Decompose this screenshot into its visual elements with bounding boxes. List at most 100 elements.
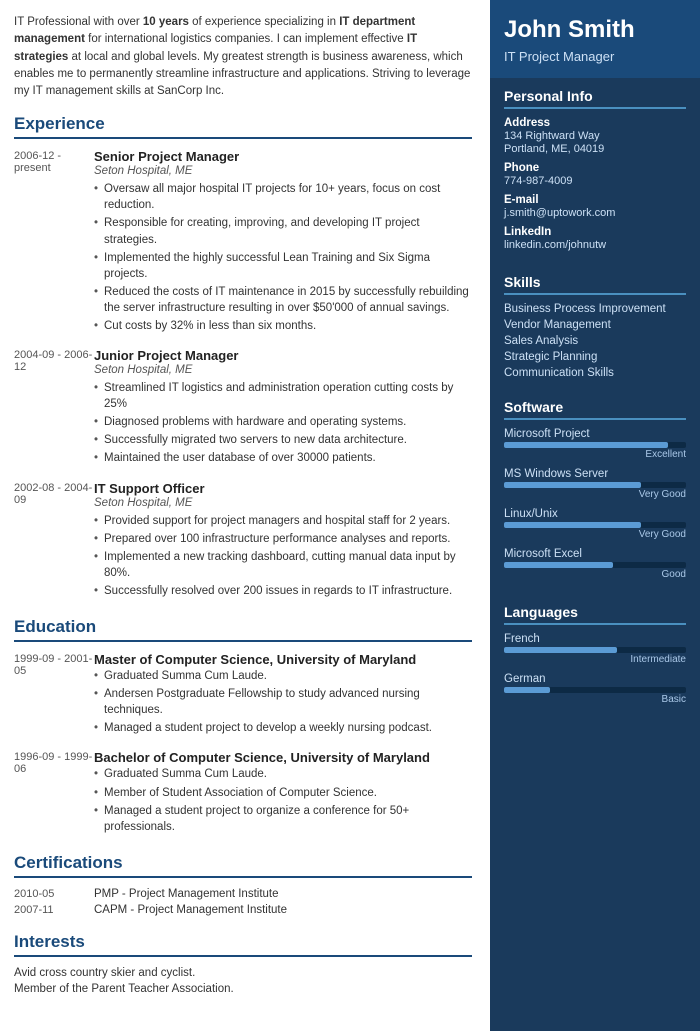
address-label: Address: [504, 117, 686, 129]
languages-title: Languages: [504, 604, 686, 625]
address-line1: 134 Rightward Way: [504, 130, 686, 142]
experience-title: Experience: [14, 114, 472, 139]
bullet: Diagnosed problems with hardware and ope…: [94, 414, 472, 430]
software-bar-label-3: Good: [504, 569, 686, 580]
cert-text-1: PMP - Project Management Institute: [94, 888, 279, 900]
skill-item-4: Communication Skills: [504, 367, 686, 379]
lang-bar-track-1: [504, 687, 686, 693]
software-bar-fill-3: [504, 562, 613, 568]
lang-bar-label-1: Basic: [504, 694, 686, 705]
entry-content-3: IT Support Officer Seton Hospital, ME Pr…: [94, 481, 472, 601]
entry-date-3: 2002-08 - 2004-09: [14, 481, 94, 601]
lang-name-1: German: [504, 673, 686, 685]
software-item-3: Microsoft Excel Good: [504, 548, 686, 580]
linkedin-value: linkedin.com/johnutw: [504, 239, 686, 251]
bullet: Responsible for creating, improving, and…: [94, 215, 472, 247]
email-label: E-mail: [504, 194, 686, 206]
cert-entry-1: 2010-05 PMP - Project Management Institu…: [14, 888, 472, 900]
interest-item-1: Avid cross country skier and cyclist.: [14, 967, 472, 979]
education-title: Education: [14, 617, 472, 642]
bullet: Streamlined IT logistics and administrat…: [94, 380, 472, 412]
skill-item-0: Business Process Improvement: [504, 303, 686, 315]
skills-title: Skills: [504, 274, 686, 295]
software-bar-track-1: [504, 482, 686, 488]
cert-entry-2: 2007-11 CAPM - Project Management Instit…: [14, 904, 472, 916]
bullet: Reduced the costs of IT maintenance in 2…: [94, 284, 472, 316]
entry-date-1: 2006-12 - present: [14, 149, 94, 336]
bullet: Implemented a new tracking dashboard, cu…: [94, 549, 472, 581]
profile-header: John Smith IT Project Manager: [490, 0, 700, 78]
bullet: Managed a student project to develop a w…: [94, 720, 472, 736]
edu-bullets-1: Graduated Summa Cum Laude. Andersen Post…: [94, 668, 472, 736]
software-item-2: Linux/Unix Very Good: [504, 508, 686, 540]
phone-value: 774-987-4009: [504, 175, 686, 187]
software-name-0: Microsoft Project: [504, 428, 686, 440]
education-entry-1: 1999-09 - 2001-05 Master of Computer Sci…: [14, 652, 472, 738]
software-bar-track-2: [504, 522, 686, 528]
linkedin-label: LinkedIn: [504, 226, 686, 238]
skill-item-1: Vendor Management: [504, 319, 686, 331]
profile-title: IT Project Manager: [504, 49, 686, 64]
entry-bullets-2: Streamlined IT logistics and administrat…: [94, 380, 472, 466]
software-title: Software: [504, 399, 686, 420]
bullet: Cut costs by 32% in less than six months…: [94, 318, 472, 334]
entry-content-1: Senior Project Manager Seton Hospital, M…: [94, 149, 472, 336]
entry-title-3: IT Support Officer: [94, 481, 472, 496]
edu-date-1: 1999-09 - 2001-05: [14, 652, 94, 738]
certifications-section: Certifications 2010-05 PMP - Project Man…: [14, 853, 472, 916]
certifications-title: Certifications: [14, 853, 472, 878]
experience-entry-3: 2002-08 - 2004-09 IT Support Officer Set…: [14, 481, 472, 601]
lang-bar-track-0: [504, 647, 686, 653]
entry-subtitle-3: Seton Hospital, ME: [94, 497, 472, 509]
bullet: Graduated Summa Cum Laude.: [94, 668, 472, 684]
bullet: Managed a student project to organize a …: [94, 803, 472, 835]
education-section: Education 1999-09 - 2001-05 Master of Co…: [14, 617, 472, 837]
edu-content-1: Master of Computer Science, University o…: [94, 652, 472, 738]
lang-bar-label-0: Intermediate: [504, 654, 686, 665]
software-bar-label-1: Very Good: [504, 489, 686, 500]
right-column: John Smith IT Project Manager Personal I…: [490, 0, 700, 1031]
bullet: Member of Student Association of Compute…: [94, 785, 472, 801]
left-column: IT Professional with over 10 years of ex…: [0, 0, 490, 1031]
software-bar-label-2: Very Good: [504, 529, 686, 540]
bullet: Oversaw all major hospital IT projects f…: [94, 181, 472, 213]
software-section: Software Microsoft Project Excellent MS …: [490, 389, 700, 594]
education-entry-2: 1996-09 - 1999-06 Bachelor of Computer S…: [14, 750, 472, 836]
entry-bullets-3: Provided support for project managers an…: [94, 513, 472, 599]
phone-label: Phone: [504, 162, 686, 174]
interests-title: Interests: [14, 932, 472, 957]
lang-bar-fill-0: [504, 647, 617, 653]
personal-info-title: Personal Info: [504, 88, 686, 109]
skill-item-3: Strategic Planning: [504, 351, 686, 363]
entry-date-2: 2004-09 - 2006-12: [14, 348, 94, 468]
lang-item-1: German Basic: [504, 673, 686, 705]
bullet: Andersen Postgraduate Fellowship to stud…: [94, 686, 472, 718]
languages-section: Languages French Intermediate German Bas…: [490, 594, 700, 719]
entry-title-2: Junior Project Manager: [94, 348, 472, 363]
experience-entry-2: 2004-09 - 2006-12 Junior Project Manager…: [14, 348, 472, 468]
edu-title-1: Master of Computer Science, University o…: [94, 652, 472, 667]
edu-bullets-2: Graduated Summa Cum Laude. Member of Stu…: [94, 766, 472, 834]
software-item-1: MS Windows Server Very Good: [504, 468, 686, 500]
lang-bar-fill-1: [504, 687, 550, 693]
bullet: Graduated Summa Cum Laude.: [94, 766, 472, 782]
software-name-3: Microsoft Excel: [504, 548, 686, 560]
experience-section: Experience 2006-12 - present Senior Proj…: [14, 114, 472, 601]
software-bar-label-0: Excellent: [504, 449, 686, 460]
lang-item-0: French Intermediate: [504, 633, 686, 665]
entry-subtitle-2: Seton Hospital, ME: [94, 364, 472, 376]
bullet: Maintained the user database of over 300…: [94, 450, 472, 466]
entry-content-2: Junior Project Manager Seton Hospital, M…: [94, 348, 472, 468]
lang-name-0: French: [504, 633, 686, 645]
software-bar-fill-0: [504, 442, 668, 448]
entry-title-1: Senior Project Manager: [94, 149, 472, 164]
software-bar-track-0: [504, 442, 686, 448]
bullet: Prepared over 100 infrastructure perform…: [94, 531, 472, 547]
entry-bullets-1: Oversaw all major hospital IT projects f…: [94, 181, 472, 334]
edu-title-2: Bachelor of Computer Science, University…: [94, 750, 472, 765]
interest-item-2: Member of the Parent Teacher Association…: [14, 983, 472, 995]
edu-content-2: Bachelor of Computer Science, University…: [94, 750, 472, 836]
skills-section: Skills Business Process Improvement Vend…: [490, 264, 700, 389]
summary-text: IT Professional with over 10 years of ex…: [14, 14, 472, 100]
software-name-2: Linux/Unix: [504, 508, 686, 520]
